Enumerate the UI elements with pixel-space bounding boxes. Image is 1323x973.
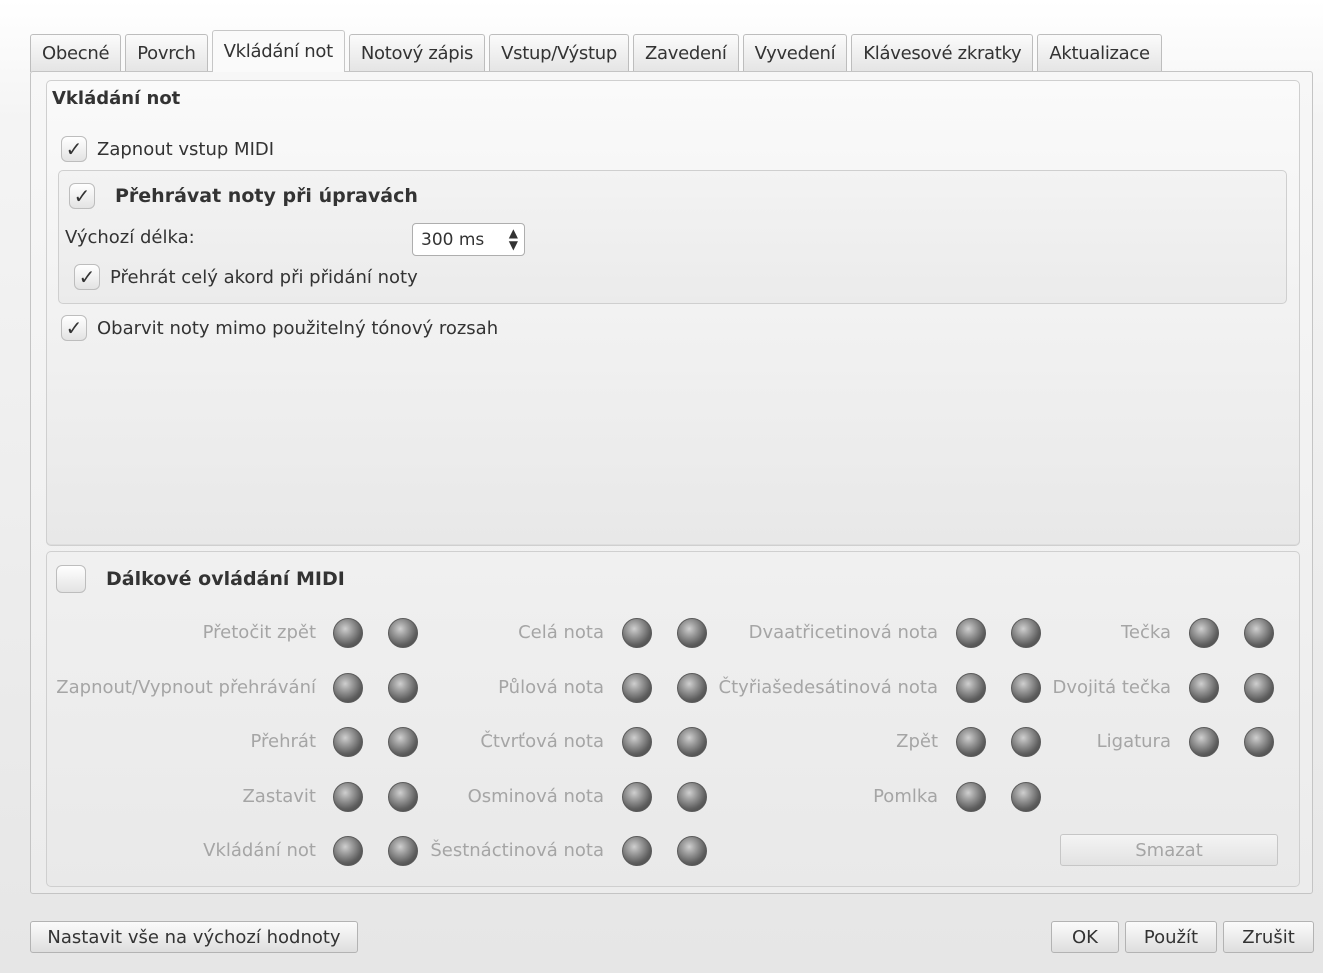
midi-led-icon[interactable] — [622, 727, 652, 757]
preferences-tabbar: Obecné Povrch Vkládání not Notový zápis … — [30, 30, 1166, 72]
midi-led-icon[interactable] — [388, 782, 418, 812]
midi-led-icon[interactable] — [1011, 727, 1041, 757]
midi-led-icon[interactable] — [677, 673, 707, 703]
midi-led-icon[interactable] — [622, 836, 652, 866]
midi-led-icon[interactable] — [622, 782, 652, 812]
playback-row[interactable]: ✓ Přehrávat noty při úpravách — [69, 183, 418, 209]
midi-led-icon[interactable] — [1189, 673, 1219, 703]
midi-led-icon[interactable] — [333, 782, 363, 812]
midi-led-icon[interactable] — [956, 673, 986, 703]
midi-led-icon[interactable] — [956, 782, 986, 812]
spin-arrows-icon[interactable]: ▲ ▼ — [509, 227, 518, 251]
reset-all-button[interactable]: Nastavit vše na výchozí hodnoty — [30, 921, 358, 953]
play-label: Přehrát — [250, 731, 316, 752]
tab-canvas[interactable]: Povrch — [125, 34, 208, 72]
apply-button[interactable]: Použít — [1125, 921, 1217, 953]
thirtysecond-note-label: Dvaatřicetinová nota — [748, 622, 938, 643]
rewind-label: Přetočit zpět — [202, 622, 316, 643]
midi-led-icon[interactable] — [388, 618, 418, 648]
midi-remote-checkbox[interactable] — [56, 565, 86, 593]
midi-led-icon[interactable] — [677, 618, 707, 648]
half-note-label: Půlová nota — [498, 677, 604, 698]
tab-update[interactable]: Aktualizace — [1037, 34, 1162, 72]
midi-led-icon[interactable] — [1011, 782, 1041, 812]
sixteenth-note-label: Šestnáctinová nota — [430, 840, 604, 861]
sixtyfourth-note-label: Čtyřiašedesátinová nota — [718, 677, 938, 698]
midi-led-icon[interactable] — [333, 618, 363, 648]
dot-label: Tečka — [1120, 622, 1171, 643]
rest-label: Pomlka — [873, 786, 938, 807]
midi-led-icon[interactable] — [1189, 618, 1219, 648]
cancel-button[interactable]: Zrušit — [1223, 921, 1314, 953]
play-chord-label: Přehrát celý akord při přidání noty — [110, 266, 418, 288]
toggle-play-label: Zapnout/Vypnout přehrávání — [56, 677, 316, 698]
midi-led-icon[interactable] — [1189, 727, 1219, 757]
enable-midi-row[interactable]: ✓ Zapnout vstup MIDI — [61, 136, 274, 162]
tab-shortcuts[interactable]: Klávesové zkratky — [851, 34, 1034, 72]
midi-led-icon[interactable] — [333, 836, 363, 866]
ok-button[interactable]: OK — [1051, 921, 1119, 953]
stop-label: Zastavit — [242, 786, 316, 807]
default-length-label: Výchozí délka: — [65, 227, 195, 248]
midi-led-icon[interactable] — [677, 782, 707, 812]
midi-led-icon[interactable] — [677, 727, 707, 757]
midi-led-icon[interactable] — [956, 618, 986, 648]
color-out-of-range-row[interactable]: ✓ Obarvit noty mimo použitelný tónový ro… — [61, 315, 498, 341]
color-out-of-range-label: Obarvit noty mimo použitelný tónový rozs… — [97, 317, 499, 339]
undo-label: Zpět — [896, 731, 938, 752]
default-length-value: 300 ms — [421, 229, 485, 250]
eighth-note-label: Osminová nota — [467, 786, 604, 807]
midi-remote-row[interactable]: Dálkové ovládání MIDI — [56, 565, 345, 593]
tab-export[interactable]: Vyvedení — [742, 34, 848, 72]
midi-led-icon[interactable] — [956, 727, 986, 757]
playback-label: Přehrávat noty při úpravách — [115, 185, 418, 207]
tab-score[interactable]: Notový zápis — [348, 34, 486, 72]
midi-led-icon[interactable] — [388, 727, 418, 757]
enable-midi-label: Zapnout vstup MIDI — [97, 138, 275, 160]
midi-led-icon[interactable] — [1011, 673, 1041, 703]
tab-import[interactable]: Zavedení — [632, 34, 739, 72]
midi-led-icon[interactable] — [622, 618, 652, 648]
quarter-note-label: Čtvrťová nota — [480, 731, 604, 752]
check-icon[interactable]: ✓ — [69, 183, 95, 209]
play-chord-row[interactable]: ✓ Přehrát celý akord při přidání noty — [74, 264, 418, 290]
midi-led-icon[interactable] — [1244, 727, 1274, 757]
midi-led-icon[interactable] — [388, 673, 418, 703]
midi-led-icon[interactable] — [333, 727, 363, 757]
check-icon[interactable]: ✓ — [61, 315, 87, 341]
midi-led-icon[interactable] — [388, 836, 418, 866]
midi-led-icon[interactable] — [1244, 618, 1274, 648]
note-input-mode-label: Vkládání not — [203, 840, 316, 861]
note-input-title: Vkládání not — [52, 88, 181, 109]
tab-io[interactable]: Vstup/Výstup — [489, 34, 629, 72]
whole-note-label: Celá nota — [518, 622, 604, 643]
midi-led-icon[interactable] — [1244, 673, 1274, 703]
check-icon[interactable]: ✓ — [61, 136, 87, 162]
midi-led-icon[interactable] — [1011, 618, 1041, 648]
clear-button[interactable]: Smazat — [1060, 834, 1278, 866]
midi-led-icon[interactable] — [677, 836, 707, 866]
tie-label: Ligatura — [1096, 731, 1171, 752]
check-icon[interactable]: ✓ — [74, 264, 100, 290]
tab-note-input[interactable]: Vkládání not — [211, 30, 345, 72]
midi-led-icon[interactable] — [333, 673, 363, 703]
midi-remote-label: Dálkové ovládání MIDI — [106, 568, 345, 590]
default-length-spinbox[interactable]: 300 ms ▲ ▼ — [412, 223, 525, 256]
double-dot-label: Dvojitá tečka — [1052, 677, 1171, 698]
tab-general[interactable]: Obecné — [30, 34, 122, 72]
midi-led-icon[interactable] — [622, 673, 652, 703]
